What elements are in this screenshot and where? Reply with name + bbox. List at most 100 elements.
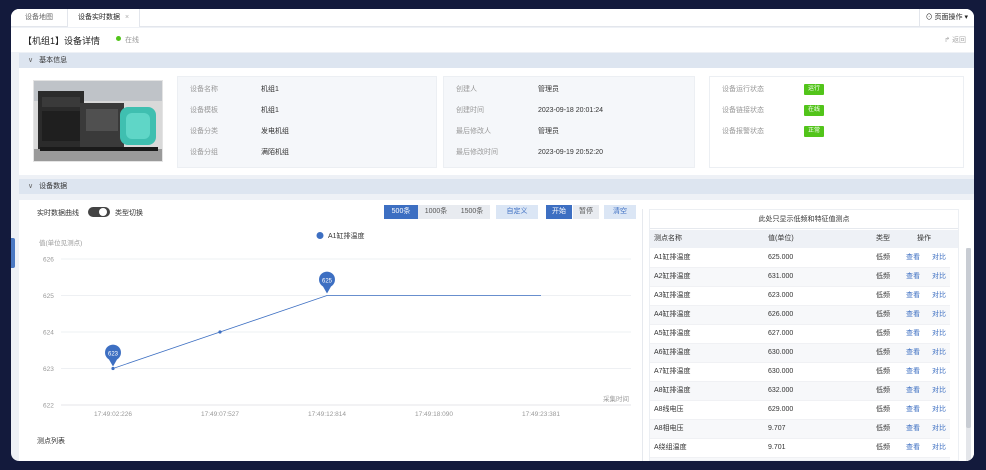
page-title: 【机组1】设备详情	[23, 36, 101, 46]
compare-link[interactable]: 对比	[932, 458, 946, 460]
info-row: 最后修改人 管理员	[444, 121, 694, 142]
run-status-badge: 运行	[804, 84, 825, 95]
table-scrollbar[interactable]	[966, 248, 971, 461]
y-axis-label: 值(单位见测点)	[39, 238, 82, 247]
view-link[interactable]: 查看	[906, 306, 920, 324]
table-row: A8线电压 629.000 低频 查看 对比	[650, 401, 950, 420]
view-link[interactable]: 查看	[906, 420, 920, 438]
panel-divider	[642, 209, 643, 461]
table-row: A8相电压 9.707 低频 查看 对比	[650, 420, 950, 439]
status-text: 在线	[125, 37, 139, 44]
tab-device-map[interactable]: 设备地图	[15, 9, 63, 27]
chevron-down-icon: ▾	[962, 14, 968, 21]
compare-link[interactable]: 对比	[932, 249, 946, 267]
info-value: 机组1	[261, 107, 279, 114]
view-link[interactable]: 查看	[906, 363, 920, 381]
info-value: 机组1	[261, 86, 279, 93]
info-row: 创建时间 2023-09-18 20:01:24	[444, 100, 694, 121]
info-value: 管理员	[538, 128, 559, 135]
compare-link[interactable]: 对比	[932, 306, 946, 324]
compare-link[interactable]: 对比	[932, 268, 946, 286]
table-row: A3缸排温度 623.000 低频 查看 对比	[650, 287, 950, 306]
view-link[interactable]: 查看	[906, 287, 920, 305]
view-link[interactable]: 查看	[906, 344, 920, 362]
status-row: 设备报警状态 正常	[710, 121, 963, 142]
generator-image	[34, 81, 162, 161]
tab-device-realtime[interactable]: 设备实时数据 ×	[67, 9, 141, 27]
compare-link[interactable]: 对比	[932, 363, 946, 381]
point-type: 低频	[876, 311, 890, 318]
point-type: 低频	[876, 368, 890, 375]
point-value: 626.000	[768, 311, 794, 318]
status-label: 设备报警状态	[722, 128, 764, 135]
compare-link[interactable]: 对比	[932, 382, 946, 400]
table-row: A7缸排温度 630.000 低频 查看 对比	[650, 363, 950, 382]
point-value: 627.000	[768, 330, 794, 337]
point-list-label: 测点列表	[37, 438, 65, 445]
column-header: 操作	[917, 235, 931, 242]
view-link[interactable]: 查看	[906, 382, 920, 400]
page-ops-menu[interactable]: ⊙ 页面操作 ▾	[918, 9, 974, 27]
info-row: 设备模板 机组1	[178, 100, 436, 121]
info-row: 设备分组 满陌机组	[178, 142, 436, 163]
device-data-header[interactable]: ∨ 设备数据	[19, 179, 974, 194]
status-row: 设备链接状态 在线	[710, 100, 963, 121]
table-row: A相电流 22.600 低频 查看 对比	[650, 458, 950, 460]
y-tick-label: 623	[43, 366, 54, 373]
point-name: A6缸排温度	[654, 349, 691, 356]
title-bar: 【机组1】设备详情 在线 ↱ 返回	[11, 28, 974, 52]
compare-link[interactable]: 对比	[932, 344, 946, 362]
point-value: 625.000	[768, 254, 794, 261]
tab-bar: 设备地图 设备实时数据 × ⊙ 页面操作 ▾	[11, 9, 974, 27]
point-type: 低频	[876, 349, 890, 356]
info-value: 发电机组	[261, 128, 289, 135]
compare-link[interactable]: 对比	[932, 287, 946, 305]
info-row: 设备名称 机组1	[178, 79, 436, 100]
value-pin: 623	[104, 344, 121, 367]
column-header: 测点名称	[654, 235, 682, 242]
point-name: A8相电压	[654, 425, 684, 432]
point-name: A绕组温度	[654, 444, 687, 451]
point-type: 低频	[876, 292, 890, 299]
back-label: 返回	[952, 37, 966, 44]
status-row: 设备运行状态 运行	[710, 79, 963, 100]
table-header: 测点名称 值(单位) 类型 操作	[650, 230, 958, 248]
table-row: A6缸排温度 630.000 低频 查看 对比	[650, 344, 950, 363]
y-tick-label: 625	[43, 293, 54, 300]
info-label: 设备模板	[190, 107, 218, 114]
back-button[interactable]: ↱ 返回	[944, 35, 966, 45]
x-tick-label: 17:49:02:226	[94, 411, 132, 418]
view-link[interactable]: 查看	[906, 325, 920, 343]
view-link[interactable]: 查看	[906, 268, 920, 286]
info-label: 创建人	[456, 86, 477, 93]
page-ops-icon: ⊙	[925, 14, 935, 21]
view-link[interactable]: 查看	[906, 439, 920, 457]
info-label: 最后修改人	[456, 128, 491, 135]
point-name: A3缸排温度	[654, 292, 691, 299]
x-tick-label: 17:49:07:527	[201, 411, 239, 418]
table-row: A4缸排温度 626.000 低频 查看 对比	[650, 306, 950, 325]
table-row: A1缸排温度 625.000 低频 查看 对比	[650, 249, 950, 268]
view-link[interactable]: 查看	[906, 401, 920, 419]
info-row: 最后修改时间 2023-09-19 20:52:20	[444, 142, 694, 163]
view-link[interactable]: 查看	[906, 249, 920, 267]
table-row: A绕组温度 9.701 低频 查看 对比	[650, 439, 950, 458]
view-link[interactable]: 查看	[906, 458, 920, 460]
legend-label: A1缸排温度	[328, 231, 365, 240]
point-type: 低频	[876, 425, 890, 432]
section-title: 设备数据	[39, 183, 68, 190]
column-header: 类型	[876, 235, 890, 242]
close-icon[interactable]: ×	[125, 14, 129, 21]
point-type: 低频	[876, 387, 890, 394]
compare-link[interactable]: 对比	[932, 439, 946, 457]
y-tick-label: 626	[43, 257, 54, 264]
compare-link[interactable]: 对比	[932, 401, 946, 419]
compare-link[interactable]: 对比	[932, 325, 946, 343]
compare-link[interactable]: 对比	[932, 420, 946, 438]
basic-info-header[interactable]: ∨ 基本信息	[19, 53, 974, 68]
app-window: 设备地图 设备实时数据 × ⊙ 页面操作 ▾ 【机组1】设备详情 在线 ↱ 返回 …	[11, 9, 974, 461]
status-card: 设备运行状态 运行 设备链接状态 在线 设备报警状态 正常	[709, 76, 964, 168]
point-value: 630.000	[768, 368, 794, 375]
x-tick-label: 17:49:12:814	[308, 411, 346, 418]
scrollbar-thumb[interactable]	[966, 248, 971, 428]
